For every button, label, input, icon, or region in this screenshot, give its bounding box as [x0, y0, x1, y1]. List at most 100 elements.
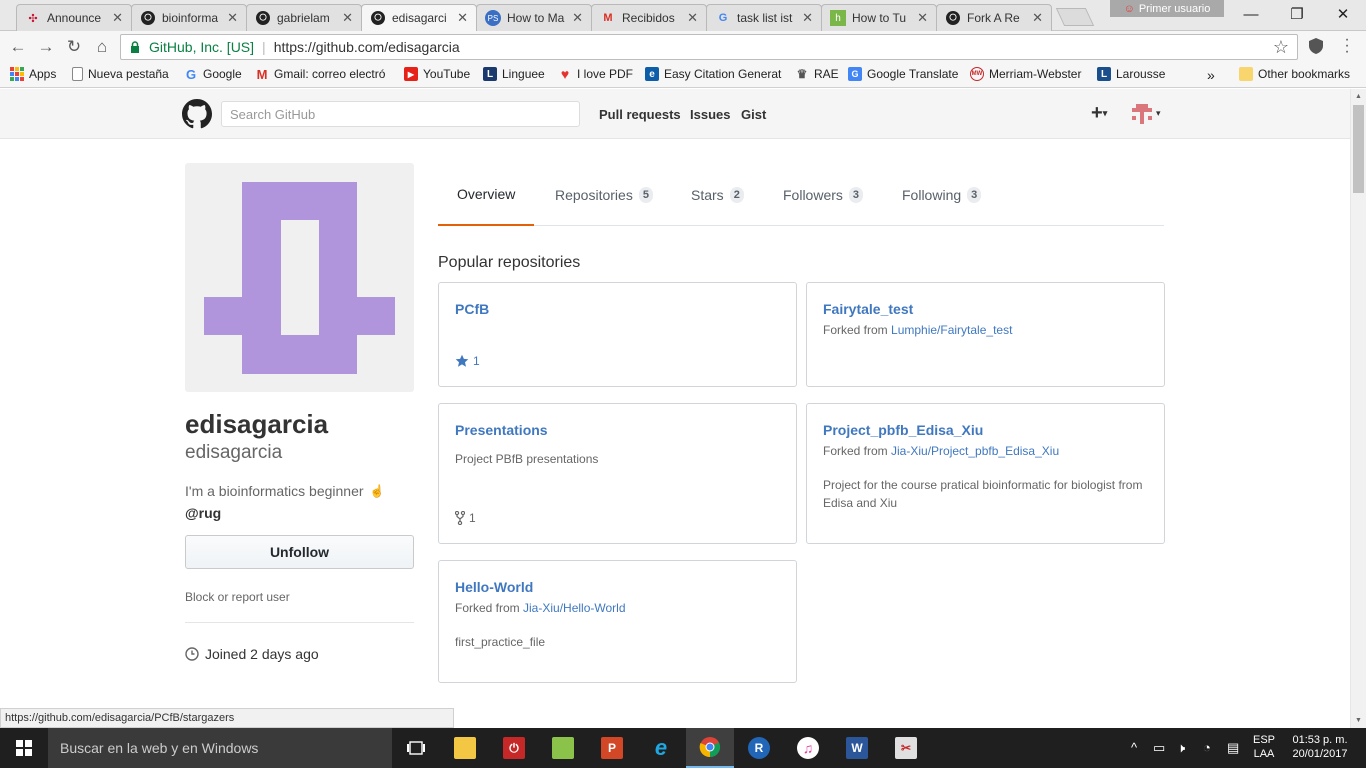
caret-down-icon[interactable]: ▾: [1156, 108, 1161, 119]
nav-issues[interactable]: Issues: [690, 107, 730, 122]
profile-avatar[interactable]: [185, 163, 414, 392]
minimize-button[interactable]: —: [1228, 0, 1274, 28]
bookmarks-overflow-button[interactable]: »: [1207, 67, 1215, 83]
taskbar-clock[interactable]: 01:53 p. m. 20/01/2017: [1285, 733, 1355, 761]
nav-pull-requests[interactable]: Pull requests: [599, 107, 681, 122]
address-separator: |: [262, 39, 266, 55]
chrome-profile-button[interactable]: ☺ Primer usuario: [1110, 0, 1224, 17]
bookmark-ilovepdf[interactable]: ♥ I love PDF: [558, 66, 633, 82]
wifi-icon[interactable]: ◔: [1203, 740, 1211, 755]
scroll-thumb[interactable]: [1353, 105, 1364, 193]
page-scrollbar[interactable]: ▲ ▼: [1350, 89, 1366, 728]
bookmark-merriam-webster[interactable]: MW Merriam-Webster: [970, 67, 1081, 81]
taskbar-itunes[interactable]: ♫: [784, 728, 832, 768]
tray-chevron-up-icon[interactable]: ^: [1131, 740, 1137, 755]
taskbar-powerpoint[interactable]: P: [588, 728, 636, 768]
forked-from-link[interactable]: Jia-Xiu/Project_pbfb_Edisa_Xiu: [891, 444, 1059, 458]
browser-tab-edisagarcia[interactable]: edisagarci ✕: [361, 4, 477, 31]
repo-name-link[interactable]: Project_pbfb_Edisa_Xiu: [823, 422, 983, 438]
taskbar-r[interactable]: R: [735, 728, 783, 768]
bookmark-linguee[interactable]: L Linguee: [483, 67, 545, 81]
nav-gist[interactable]: Gist: [741, 107, 766, 122]
repo-name-link[interactable]: PCfB: [455, 301, 489, 317]
address-bar[interactable]: GitHub, Inc. [US] | https://github.com/e…: [120, 34, 1298, 60]
chrome-menu-icon[interactable]: · · ·: [1342, 32, 1352, 60]
close-icon[interactable]: ✕: [802, 10, 813, 26]
bookmark-youtube[interactable]: ▶ YouTube: [404, 67, 470, 81]
close-icon[interactable]: ✕: [917, 10, 928, 26]
bookmark-google[interactable]: G Google: [184, 67, 242, 82]
repo-forks[interactable]: 1: [455, 511, 476, 525]
block-report-user-link[interactable]: Block or report user: [185, 590, 290, 604]
close-icon[interactable]: ✕: [1032, 10, 1043, 26]
close-icon[interactable]: ✕: [572, 10, 583, 26]
repo-name-link[interactable]: Hello-World: [455, 579, 533, 595]
github-logo-icon[interactable]: [182, 99, 212, 129]
taskbar-file-explorer[interactable]: [441, 728, 489, 768]
taskbar-search-input[interactable]: Buscar en la web y en Windows: [48, 728, 392, 768]
close-icon[interactable]: ✕: [687, 10, 698, 26]
browser-tab-how-to-ma[interactable]: PS How to Ma ✕: [476, 4, 592, 31]
tab-repositories[interactable]: Repositories 5: [555, 163, 653, 226]
repo-name-link[interactable]: Presentations: [455, 422, 548, 438]
create-new-button[interactable]: +▾: [1091, 102, 1107, 125]
battery-icon[interactable]: ▭: [1153, 740, 1165, 756]
tab-following[interactable]: Following 3: [902, 163, 982, 226]
bookmark-rae[interactable]: ♛ RAE: [795, 67, 839, 81]
tab-overview[interactable]: Overview: [438, 163, 535, 226]
taskbar-maps-app[interactable]: [539, 728, 587, 768]
repo-name-link[interactable]: Fairytale_test: [823, 301, 913, 317]
shield-extension-icon[interactable]: [1307, 37, 1325, 55]
bookmark-gmail[interactable]: M Gmail: correo electró: [255, 67, 394, 82]
bookmark-google-translate[interactable]: G Google Translate: [848, 67, 958, 81]
task-view-button[interactable]: [392, 728, 440, 768]
taskbar-internet-explorer[interactable]: e: [637, 728, 685, 768]
forked-from-label: Forked from Jia-Xiu/Project_pbfb_Edisa_X…: [823, 444, 1060, 458]
github-search-input[interactable]: Search GitHub: [221, 101, 580, 127]
taskbar-snipping-tool[interactable]: ✂: [882, 728, 930, 768]
taskbar-word[interactable]: W: [833, 728, 881, 768]
tab-followers[interactable]: Followers 3: [783, 163, 864, 226]
browser-tab-task-list[interactable]: G task list ist ✕: [706, 4, 822, 31]
browser-tab-gabrielam[interactable]: gabrielam ✕: [246, 4, 362, 31]
back-arrow-icon[interactable]: ←: [6, 35, 30, 59]
browser-tab-how-to-tu[interactable]: h How to Tu ✕: [821, 4, 937, 31]
profile-organization[interactable]: @rug: [185, 505, 221, 521]
browser-tab-fork-a-repo[interactable]: Fork A Re ✕: [936, 4, 1052, 31]
taskbar-chrome[interactable]: [686, 728, 734, 768]
user-avatar-menu[interactable]: [1132, 104, 1152, 124]
bookmark-star-icon[interactable]: ☆: [1273, 37, 1289, 58]
new-tab-button[interactable]: [1055, 8, 1095, 26]
home-icon[interactable]: ⌂: [90, 35, 114, 59]
volume-muted-icon[interactable]: 🕨: [1177, 740, 1185, 756]
forked-from-link[interactable]: Jia-Xiu/Hello-World: [523, 601, 625, 615]
close-icon[interactable]: ✕: [227, 10, 238, 26]
browser-tab-bioinforma[interactable]: bioinforma ✕: [131, 4, 247, 31]
input-language-indicator[interactable]: ESP LAA: [1250, 733, 1278, 761]
tab-stars[interactable]: Stars 2: [691, 163, 744, 226]
github-icon: [255, 10, 271, 26]
restore-button[interactable]: ❐: [1274, 0, 1320, 28]
scroll-up-arrow-icon[interactable]: ▲: [1355, 93, 1362, 100]
action-center-icon[interactable]: ▤: [1227, 740, 1239, 756]
bookmark-easy-citation[interactable]: e Easy Citation Generat: [645, 67, 782, 81]
close-icon[interactable]: ✕: [112, 10, 123, 26]
forked-from-link[interactable]: Lumphie/Fairytale_test: [891, 323, 1012, 337]
scroll-down-arrow-icon[interactable]: ▼: [1355, 717, 1362, 724]
close-icon[interactable]: ✕: [342, 10, 353, 26]
unfollow-button[interactable]: Unfollow: [185, 535, 414, 569]
reload-icon[interactable]: ↻: [62, 35, 86, 59]
profile-joined: Joined 2 days ago: [185, 646, 319, 662]
browser-tab-recibidos[interactable]: M Recibidos ✕: [591, 4, 707, 31]
bookmark-nueva-pestana[interactable]: Nueva pestaña: [72, 67, 169, 81]
bookmark-apps[interactable]: Apps: [10, 67, 56, 81]
repo-stars[interactable]: 1: [455, 354, 480, 368]
bookmark-larousse[interactable]: L Larousse: [1097, 67, 1165, 81]
close-icon[interactable]: ✕: [457, 10, 468, 26]
windows-start-button[interactable]: [0, 728, 48, 768]
browser-tab-announce[interactable]: ✣ Announce ✕: [16, 4, 132, 31]
forward-arrow-icon[interactable]: →: [34, 35, 58, 59]
taskbar-power-app[interactable]: ⏻: [490, 728, 538, 768]
bookmark-other-bookmarks[interactable]: Other bookmarks: [1239, 67, 1350, 81]
window-close-button[interactable]: ✕: [1320, 0, 1366, 28]
